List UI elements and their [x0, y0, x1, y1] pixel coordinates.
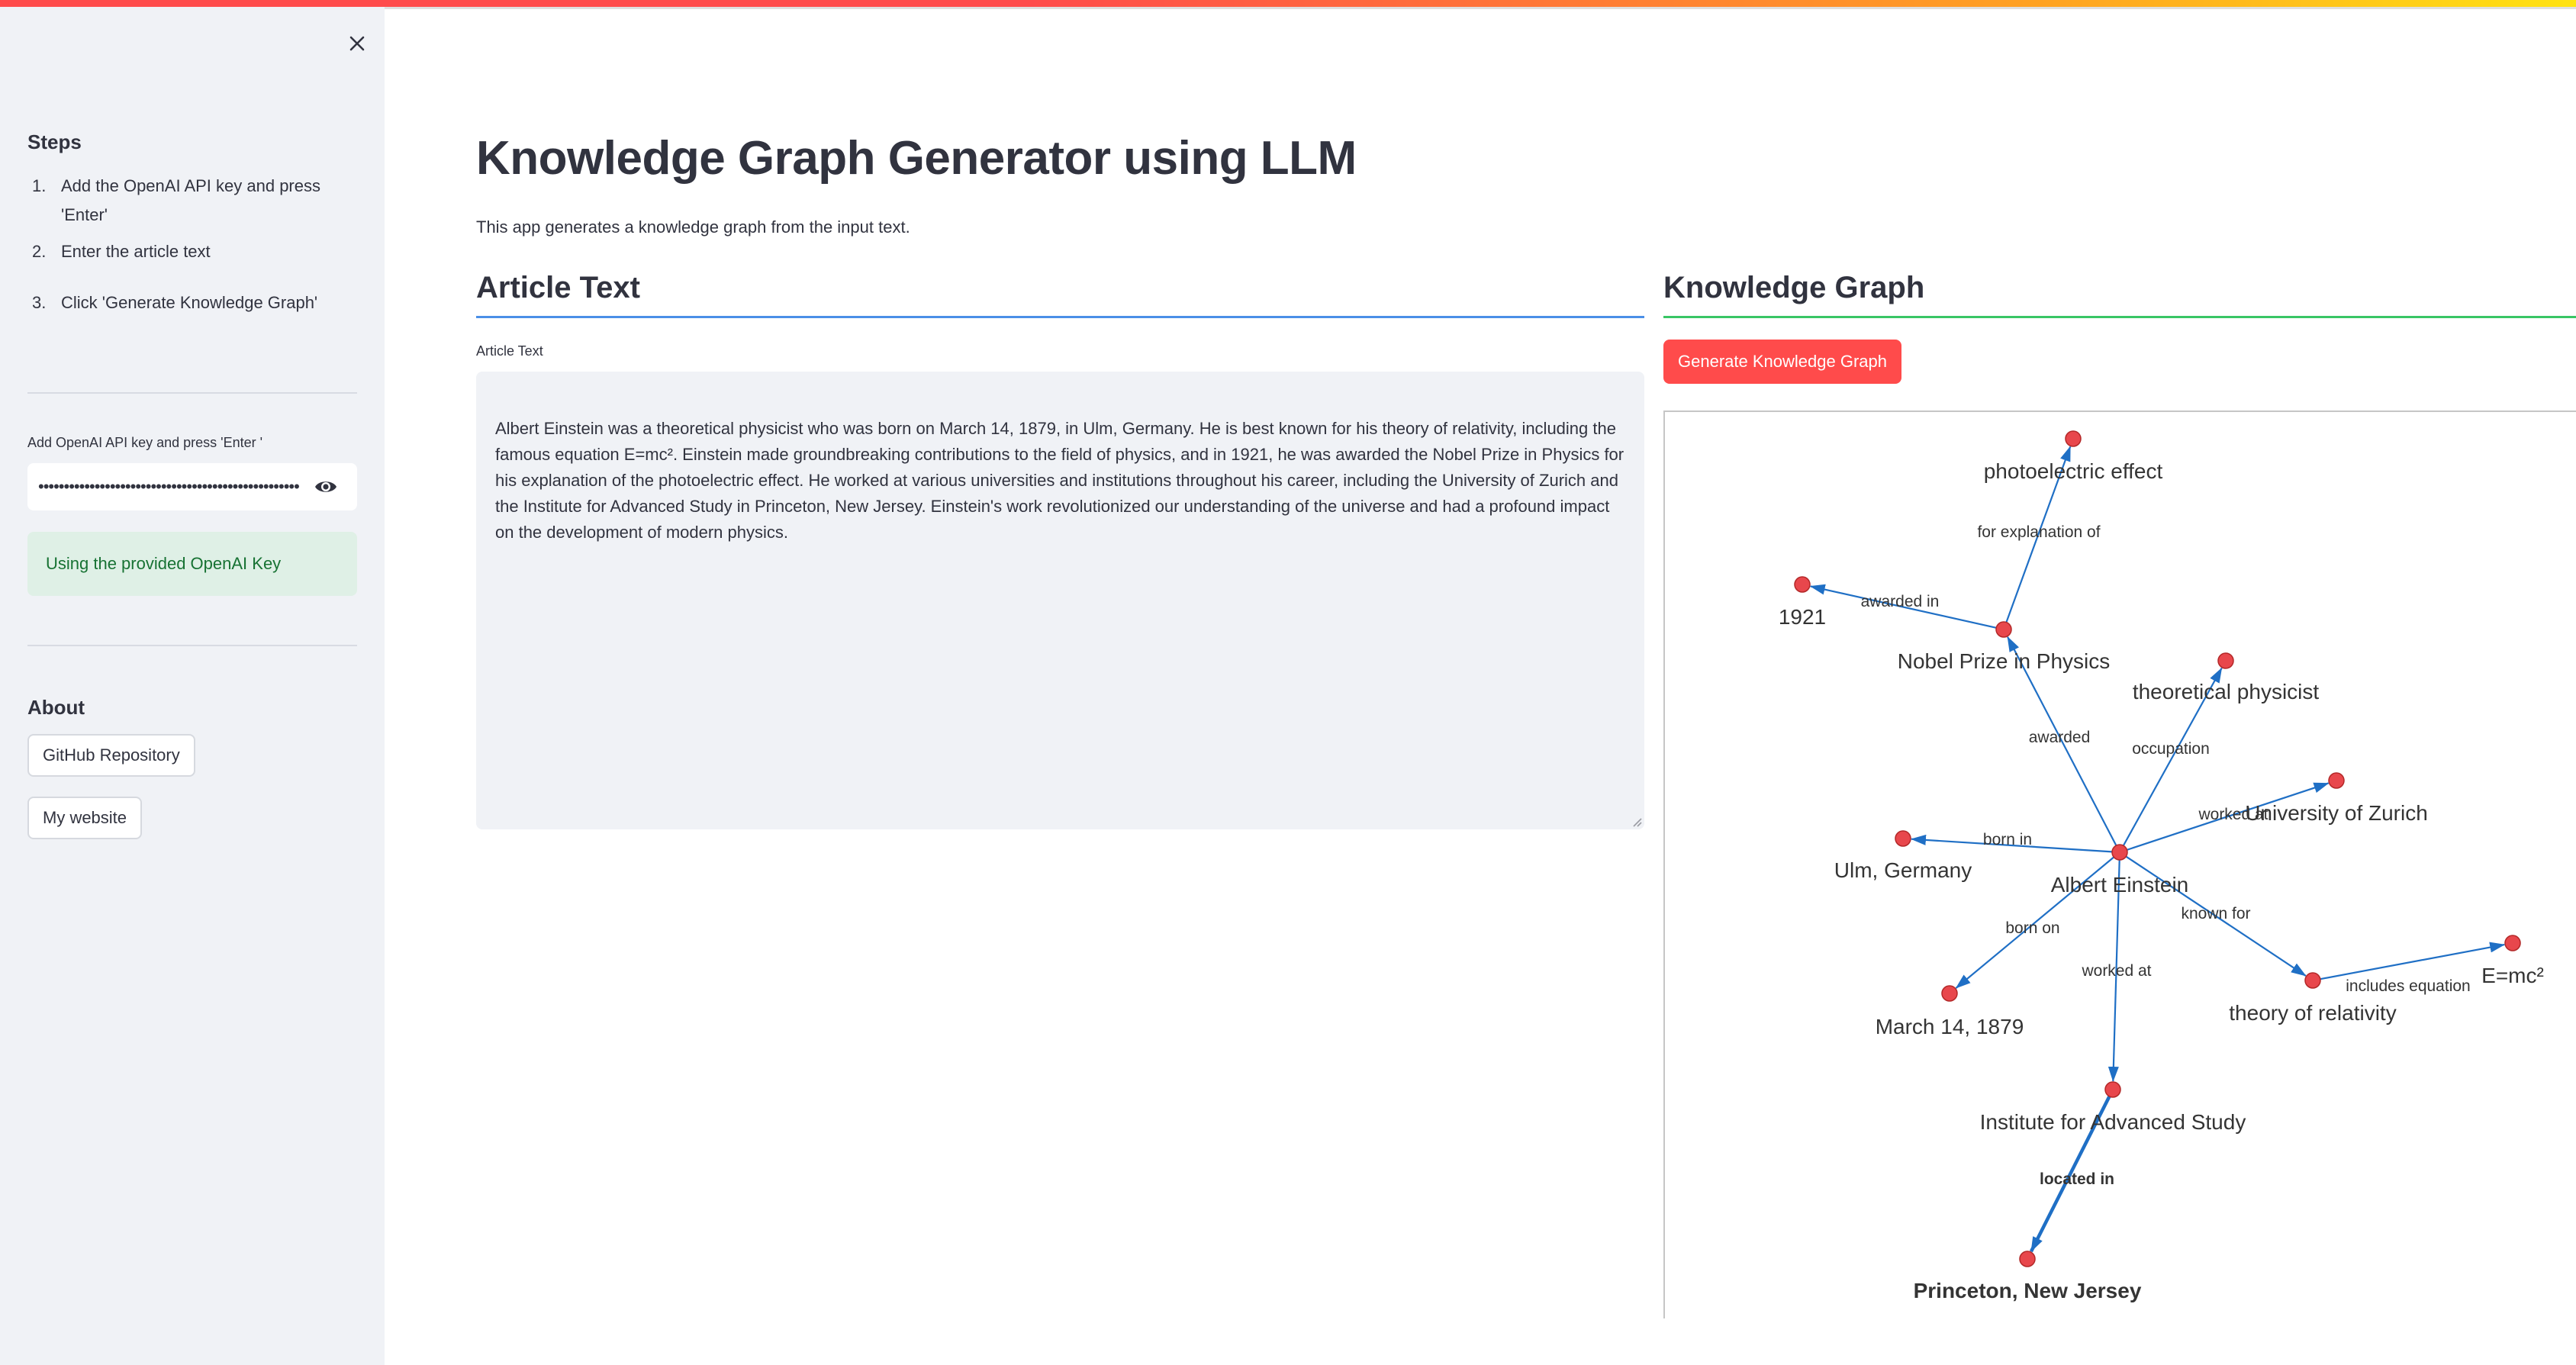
close-sidebar-button[interactable] — [342, 28, 372, 59]
api-key-value: ••••••••••••••••••••••••••••••••••••••••… — [38, 477, 300, 496]
article-text-header: Article Text — [476, 271, 640, 304]
graph-node[interactable] — [2019, 1251, 2036, 1267]
graph-node-label: E=mc² — [2481, 964, 2544, 987]
knowledge-graph-canvas[interactable]: for explanation of awarded in awarded occup… — [1663, 410, 2576, 1318]
step-text: Enter the article text — [61, 242, 211, 261]
graph-node[interactable] — [1995, 621, 2012, 638]
graph-node-label: Institute for Advanced Study — [1980, 1110, 2246, 1134]
article-text-content: Albert Einstein was a theoretical physic… — [495, 419, 1624, 542]
page-subtitle: This app generates a knowledge graph fro… — [476, 217, 910, 237]
step-number: 2. — [32, 242, 47, 261]
graph-node-label: Albert Einstein — [2051, 873, 2189, 897]
github-repository-button[interactable]: GitHub Repository — [27, 734, 195, 777]
page-title: Knowledge Graph Generator using LLM — [476, 132, 1357, 185]
resize-handle-icon[interactable] — [1631, 816, 1642, 827]
step-text: Add the OpenAI API key and press 'Enter' — [61, 176, 320, 224]
graph-node-label: University of Zurich — [2245, 801, 2428, 825]
graph-edge-label: awarded — [2029, 729, 2091, 746]
graph-edge-label: occupation — [2132, 740, 2210, 758]
article-text-label: Article Text — [476, 343, 543, 359]
step-text: Click 'Generate Knowledge Graph' — [61, 293, 318, 312]
close-icon — [349, 36, 365, 51]
knowledge-graph-header: Knowledge Graph — [1663, 271, 1925, 304]
graph-node[interactable] — [2304, 972, 2321, 989]
show-password-icon[interactable] — [314, 476, 337, 497]
sidebar: Steps 1. Add the OpenAI API key and pres… — [0, 7, 385, 1365]
step-number: 3. — [32, 293, 47, 312]
graph-node[interactable] — [1941, 985, 1958, 1002]
graph-edge — [2320, 942, 2506, 980]
success-message: Using the provided OpenAI Key — [46, 554, 282, 573]
generate-knowledge-graph-button[interactable]: Generate Knowledge Graph — [1663, 340, 1901, 384]
steps-heading: Steps — [27, 130, 82, 153]
graph-edge-label: awarded in — [1861, 593, 1940, 610]
graph-node-label: 1921 — [1779, 605, 1826, 629]
step-item: 3. Click 'Generate Knowledge Graph' — [27, 288, 356, 317]
step-item: 1. Add the OpenAI API key and press 'Ent… — [27, 172, 356, 230]
graph-node-label: photoelectric effect — [1984, 459, 2163, 483]
graph-node[interactable] — [2111, 844, 2128, 861]
step-item: 2. Enter the article text — [27, 237, 356, 266]
sidebar-divider — [27, 645, 357, 646]
knowledge-graph: for explanation of awarded in awarded occup… — [1779, 430, 2544, 1302]
graph-edge-label: located in — [2040, 1170, 2114, 1188]
graph-edge-label: worked at — [2081, 962, 2151, 980]
my-website-button[interactable]: My website — [27, 797, 143, 839]
graph-node[interactable] — [1895, 830, 1911, 847]
graph-node-label: Ulm, Germany — [1834, 858, 1972, 882]
graph-edge-label: includes equation — [2346, 977, 2470, 995]
graph-header-divider — [1663, 316, 2576, 318]
step-number: 1. — [32, 176, 47, 195]
graph-edge-label: known for — [2181, 905, 2250, 922]
graph-node-label: Princeton, New Jersey — [1914, 1279, 2142, 1302]
graph-node-label: Nobel Prize in Physics — [1898, 649, 2111, 673]
article-header-divider — [476, 316, 1644, 318]
api-key-label: Add OpenAI API key and press 'Enter ' — [27, 435, 263, 450]
article-text-area[interactable]: Albert Einstein was a theoretical physic… — [476, 372, 1644, 829]
graph-edge-label: for explanation of — [1977, 523, 2100, 541]
graph-edge-label: born on — [2005, 919, 2059, 937]
graph-edge-label: born in — [1983, 831, 2032, 848]
steps-list: 1. Add the OpenAI API key and press 'Ent… — [27, 172, 356, 317]
about-heading: About — [27, 696, 85, 719]
sidebar-divider — [27, 392, 357, 394]
graph-node[interactable] — [2065, 430, 2082, 447]
api-key-success-alert: Using the provided OpenAI Key — [27, 532, 357, 596]
api-key-input[interactable]: ••••••••••••••••••••••••••••••••••••••••… — [27, 463, 357, 510]
graph-node[interactable] — [1794, 576, 1811, 593]
graph-node-label: theory of relativity — [2229, 1001, 2396, 1025]
graph-node[interactable] — [2328, 772, 2345, 789]
graph-node[interactable] — [2104, 1081, 2121, 1098]
top-decoration-bar — [0, 0, 2576, 9]
graph-node-label: March 14, 1879 — [1876, 1015, 2024, 1038]
graph-node[interactable] — [2504, 935, 2521, 951]
graph-node[interactable] — [2217, 652, 2234, 669]
graph-node-label: theoretical physicist — [2133, 680, 2320, 703]
